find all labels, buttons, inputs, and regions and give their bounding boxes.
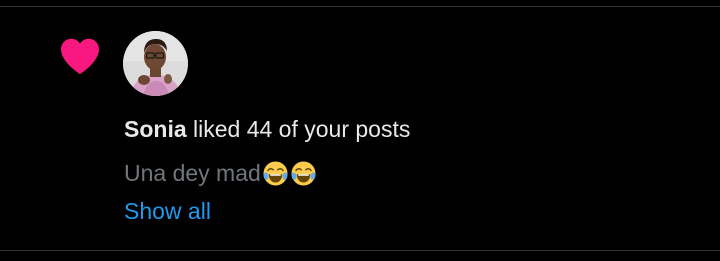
user-name[interactable]: Sonia — [124, 116, 187, 142]
post-preview[interactable]: Una dey mad — [124, 159, 317, 187]
notifications-frame: Sonia liked 44 of your posts Una dey mad — [0, 0, 720, 261]
action-text: liked 44 of your posts — [186, 116, 411, 142]
show-all-link[interactable]: Show all — [124, 197, 211, 225]
face-with-tears-of-joy-icon — [263, 161, 288, 185]
heart-icon — [61, 38, 99, 75]
like-notification[interactable]: Sonia liked 44 of your posts Una dey mad — [0, 7, 720, 250]
post-preview-text: Una dey mad — [124, 160, 261, 186]
notification-title: Sonia liked 44 of your posts — [124, 115, 410, 143]
divider — [0, 250, 720, 251]
face-with-tears-of-joy-icon — [291, 161, 316, 185]
avatar[interactable] — [123, 31, 188, 96]
avatar-photo-icon — [123, 31, 188, 96]
